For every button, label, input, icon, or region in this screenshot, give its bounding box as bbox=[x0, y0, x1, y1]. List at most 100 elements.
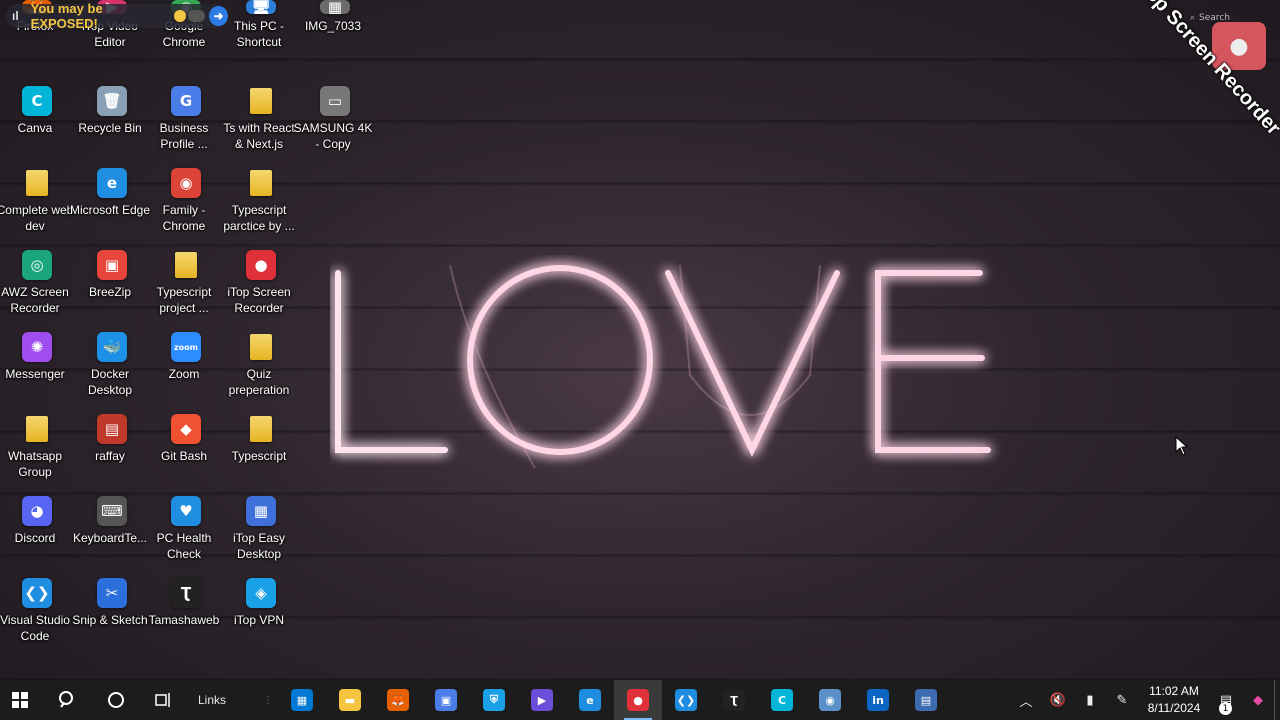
app-icon: ❮❯ bbox=[22, 578, 52, 608]
desktop-icon[interactable]: Typescript bbox=[224, 414, 298, 492]
desktop-icon[interactable]: Complete web dev bbox=[0, 168, 74, 246]
taskbar-app-edge[interactable]: e bbox=[566, 680, 614, 720]
taskbar-clock[interactable]: 11:02 AM 8/11/2024 bbox=[1138, 683, 1210, 717]
mouse-cursor-icon bbox=[1175, 436, 1189, 456]
taskbar: Links ⋮ ▦ ▬ 🦊 ▣ ⛨ ▶ e ● ❮❯ Ʈ C ◉ in ▤ ︿ 🔇 ▮ ✎ 11:02 A… bbox=[0, 680, 1280, 720]
desktop-icon[interactable]: ⌨ KeyboardTe... bbox=[73, 496, 149, 574]
desktop-icon-label: Zoom bbox=[168, 367, 200, 381]
taskbar-app-linkedin[interactable]: in bbox=[854, 680, 902, 720]
chevron-up-icon[interactable]: ︿ bbox=[1010, 680, 1042, 720]
windows-logo-icon bbox=[12, 692, 28, 708]
desktop-icon[interactable]: ▣ BreeZip bbox=[75, 250, 149, 328]
desktop-icon-label: Messenger bbox=[5, 367, 65, 381]
desktop-icon[interactable]: 🐳 Docker Desktop bbox=[75, 332, 149, 410]
app-icon: 🗑 bbox=[97, 86, 127, 116]
desktop-icon-label: Tamashaweb bbox=[148, 613, 220, 627]
links-toolbar-label[interactable]: Links bbox=[198, 693, 258, 707]
signal-bars-icon: ıl bbox=[12, 9, 19, 23]
desktop-icon[interactable]: G Business Profile ... bbox=[149, 86, 223, 164]
desktop-icon[interactable]: Typescript parctice by ... bbox=[223, 168, 298, 246]
taskbar-app-media-player[interactable]: ▶ bbox=[518, 680, 566, 720]
desktop-icon-label: Discord bbox=[14, 531, 56, 545]
app-icon: e bbox=[97, 168, 127, 198]
desktop-icon[interactable]: ◕ Discord bbox=[0, 496, 74, 574]
app-icon: ♥ bbox=[171, 496, 201, 526]
desktop-icon[interactable]: 🖥 This PC - Shortcut bbox=[224, 0, 298, 78]
desktop-icon[interactable]: ◈ iTop VPN bbox=[224, 578, 298, 656]
app-icon: ◆ bbox=[171, 414, 201, 444]
desktop-icon[interactable]: Ts with React & Next.js bbox=[223, 86, 298, 164]
folder-icon bbox=[250, 170, 272, 196]
vpn-toggle[interactable] bbox=[187, 10, 205, 22]
copilot-icon[interactable]: ◆ bbox=[1242, 680, 1274, 720]
desktop-icon-label: Typescript project ... bbox=[156, 285, 212, 315]
browser-icon: ◉ bbox=[819, 689, 841, 711]
desktop-icon-label: iTop Easy Desktop bbox=[232, 531, 286, 561]
app-icon: G bbox=[171, 86, 201, 116]
vpn-exposed-banner[interactable]: ıl You may be EXPOSED! ➜ bbox=[6, 1, 228, 31]
taskbar-app-business-profile[interactable]: ▣ bbox=[422, 680, 470, 720]
tamashaweb-icon: Ʈ bbox=[723, 689, 745, 711]
desktop-icon-label: Quiz preperation bbox=[228, 367, 290, 397]
desktop-icon[interactable]: Ʈ Tamashaweb bbox=[149, 578, 223, 656]
volume-muted-icon[interactable]: 🔇 bbox=[1042, 680, 1074, 720]
business-profile-icon: ▣ bbox=[435, 689, 457, 711]
desktop-icon[interactable]: ▭ SAMSUNG 4K - Copy bbox=[294, 86, 372, 164]
desktop-icon[interactable]: e Microsoft Edge bbox=[70, 168, 150, 246]
desktop-icon-label: Whatsapp Group bbox=[7, 449, 63, 479]
desktop-icon[interactable]: ▦ iTop Easy Desktop bbox=[224, 496, 298, 574]
arrow-right-icon[interactable]: ➜ bbox=[208, 6, 228, 26]
desktop-icon[interactable]: ◎ AWZ Screen Recorder bbox=[0, 250, 74, 328]
desktop-icon-label: Canva bbox=[17, 121, 53, 135]
desktop-icon[interactable]: Whatsapp Group bbox=[0, 414, 74, 492]
desktop-icon[interactable]: ◉ Family - Chrome bbox=[149, 168, 223, 246]
taskbar-app-remote-app[interactable]: ▤ bbox=[902, 680, 950, 720]
taskbar-app-itop-screen-recorder[interactable]: ● bbox=[614, 680, 662, 720]
desktop-icon-label: Complete web dev bbox=[0, 203, 74, 233]
taskbar-app-canva[interactable]: C bbox=[758, 680, 806, 720]
desktop-icon[interactable]: ✺ Messenger bbox=[0, 332, 74, 410]
desktop-icon-label: IMG_7033 bbox=[304, 19, 362, 33]
desktop-icon[interactable]: ♥ PC Health Check bbox=[149, 496, 223, 574]
desktop-icon-label: Recycle Bin bbox=[78, 121, 142, 135]
cortana-button[interactable] bbox=[96, 680, 136, 720]
desktop-icon[interactable]: Typescript project ... bbox=[149, 250, 223, 328]
taskbar-app-firefox[interactable]: 🦊 bbox=[374, 680, 422, 720]
desktop-icon[interactable]: ▤ raffay bbox=[75, 414, 149, 492]
system-tray: ︿ 🔇 ▮ ✎ 11:02 AM 8/11/2024 ▤ 1 ◆ bbox=[1010, 680, 1280, 720]
usb-icon[interactable]: ▮ bbox=[1074, 680, 1106, 720]
taskbar-app-microsoft-store[interactable]: ▦ bbox=[278, 680, 326, 720]
app-icon: C bbox=[22, 86, 52, 116]
folder-icon bbox=[26, 416, 48, 442]
canva-icon: C bbox=[771, 689, 793, 711]
desktop-icon[interactable]: ❮❯ Visual Studio Code bbox=[0, 578, 74, 656]
desktop-icon[interactable]: zoom Zoom bbox=[149, 332, 223, 410]
taskbar-app-file-explorer[interactable]: ▬ bbox=[326, 680, 374, 720]
desktop-icon[interactable]: Quiz preperation bbox=[224, 332, 298, 410]
taskbar-app-shield[interactable]: ⛨ bbox=[470, 680, 518, 720]
desktop-icon[interactable]: C Canva bbox=[0, 86, 74, 164]
desktop-icon[interactable]: ● iTop Screen Recorder bbox=[224, 250, 298, 328]
desktop-icon-label: Git Bash bbox=[160, 449, 208, 463]
desktop-icon-label: Docker Desktop bbox=[87, 367, 133, 397]
start-button[interactable] bbox=[0, 680, 40, 720]
clock-date: 8/11/2024 bbox=[1147, 701, 1201, 715]
pen-icon[interactable]: ✎ bbox=[1106, 680, 1138, 720]
taskbar-app-browser[interactable]: ◉ bbox=[806, 680, 854, 720]
desktop-icon[interactable]: ✂ Snip & Sketch bbox=[72, 578, 149, 656]
task-view-button[interactable] bbox=[144, 680, 184, 720]
taskbar-app-tamashaweb[interactable]: Ʈ bbox=[710, 680, 758, 720]
search-button[interactable] bbox=[48, 680, 88, 720]
desktop-icon[interactable]: ▦ IMG_7033 bbox=[298, 0, 372, 78]
taskbar-app-vscode[interactable]: ❮❯ bbox=[662, 680, 710, 720]
clock-time: 11:02 AM bbox=[1149, 684, 1199, 698]
show-desktop-button[interactable] bbox=[1274, 680, 1280, 720]
desktop-icon-label: KeyboardTe... bbox=[72, 531, 148, 545]
desktop-icon-label: AWZ Screen Recorder bbox=[1, 285, 69, 315]
neon-love-sign bbox=[330, 255, 1030, 470]
desktop-icon[interactable]: 🗑 Recycle Bin bbox=[75, 86, 149, 164]
vpn-banner-text: You may be EXPOSED! bbox=[30, 1, 103, 31]
app-icon: ◉ bbox=[171, 168, 201, 198]
app-icon: ◎ bbox=[22, 250, 52, 280]
desktop-icon[interactable]: ◆ Git Bash bbox=[149, 414, 223, 492]
